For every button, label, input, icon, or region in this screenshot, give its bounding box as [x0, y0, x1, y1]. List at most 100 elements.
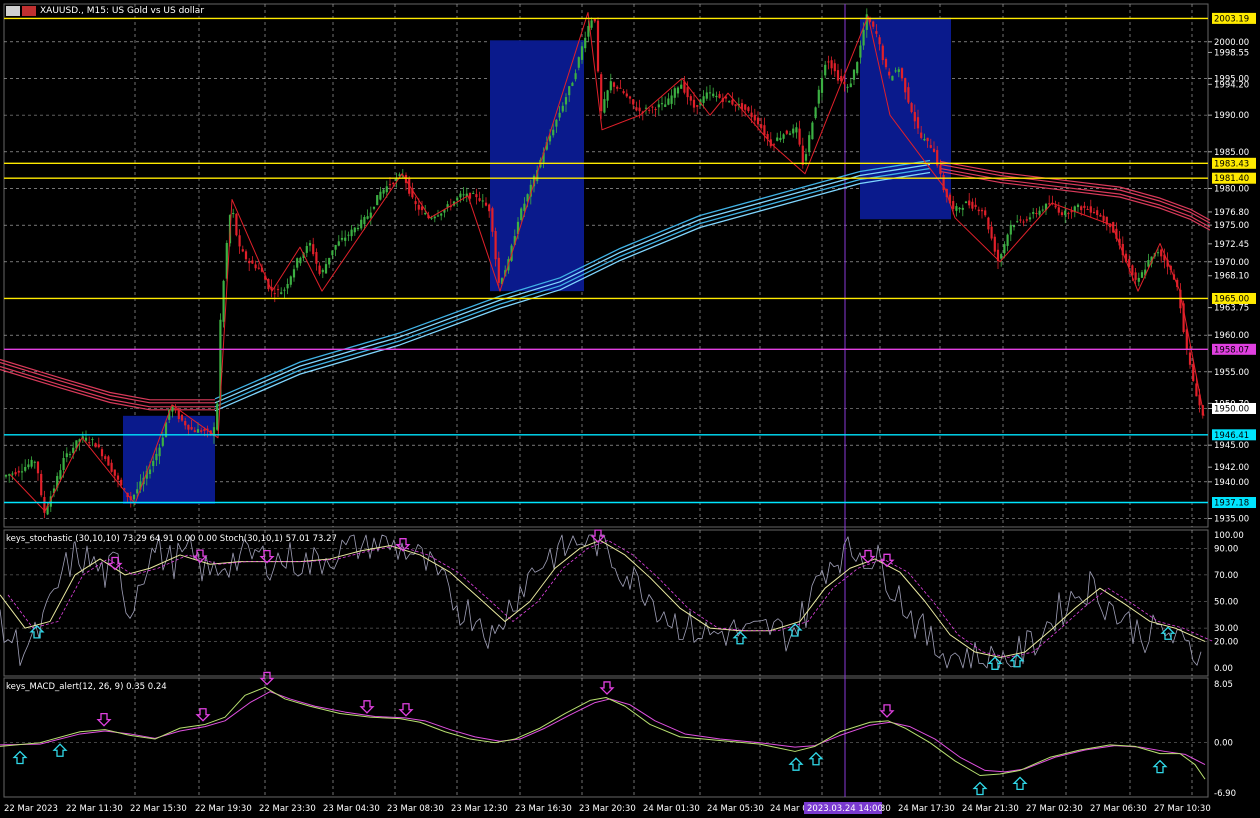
candle-body: [462, 194, 465, 196]
level-label-2: 1981.40: [1214, 174, 1249, 184]
candle-body: [734, 104, 737, 107]
candle-body: [616, 86, 619, 89]
candle-body: [696, 105, 699, 107]
candle-body: [520, 208, 523, 220]
candle-body: [913, 112, 916, 122]
candle-body: [72, 447, 75, 453]
candle-body: [561, 105, 564, 112]
candle-body: [984, 210, 987, 216]
candle-body: [1076, 204, 1080, 208]
candle-body: [385, 186, 388, 193]
candle-body: [753, 115, 756, 121]
time-label-0: 22 Mar 2023: [4, 804, 58, 814]
candle-body: [824, 64, 827, 76]
candle-body: [657, 104, 660, 108]
candle-body: [484, 202, 488, 206]
candle-body: [65, 453, 68, 458]
candle-body: [884, 58, 888, 68]
stoch-tick-label: 70.00: [1214, 571, 1238, 581]
stoch-label: keys_stochastic (30,10,10) 73.29 64.91 0…: [6, 534, 337, 544]
candle-body: [552, 129, 555, 136]
candle-body: [1041, 209, 1044, 211]
candle-body: [664, 104, 667, 107]
candle-body: [14, 472, 17, 475]
candle-body: [280, 292, 283, 294]
time-label-1: 22 Mar 11:30: [66, 804, 123, 814]
candle-body: [1048, 203, 1051, 205]
candle-body: [497, 257, 500, 283]
candle-body: [859, 45, 862, 58]
candle-body: [120, 479, 123, 486]
candle-body: [1054, 205, 1057, 208]
candle-body: [478, 198, 481, 201]
candle-body: [4, 475, 8, 477]
candle-body: [580, 46, 584, 60]
candle-body: [177, 410, 180, 420]
candle-body: [417, 204, 420, 210]
candle-body: [968, 200, 971, 206]
candle-body: [974, 204, 977, 208]
stoch-tick-label: 20.00: [1214, 637, 1238, 647]
time-label-14: 24 Mar 17:30: [898, 804, 955, 814]
candle-body: [110, 462, 113, 472]
candle-body: [571, 82, 574, 86]
candle-body: [1067, 212, 1070, 215]
candle-body: [187, 424, 190, 430]
price-tick-label: 1942.00: [1214, 463, 1249, 473]
candle-body: [808, 135, 811, 152]
candle-body: [952, 201, 955, 209]
price-tick-label: 1968.10: [1214, 272, 1249, 282]
candle-body: [1064, 210, 1067, 216]
candle-body: [36, 461, 40, 474]
price-tick-label: 1955.00: [1214, 368, 1249, 378]
candle-body: [673, 88, 676, 98]
chart-title: XAUUSD., M15: US Gold vs US dollar: [40, 6, 205, 16]
candle-body: [1003, 244, 1006, 254]
time-label-16: 27 Mar 02:30: [1026, 804, 1083, 814]
candle-body: [830, 60, 833, 69]
candle-body: [104, 456, 107, 459]
chart-canvas[interactable]: 2000.001998.551995.001994.201990.001985.…: [0, 0, 1260, 818]
candle-body: [750, 112, 753, 118]
candle-body: [152, 460, 155, 467]
crosshair-time-label: 2023.03.24 14:00: [807, 804, 883, 814]
candle-body: [356, 227, 360, 230]
candle-body: [926, 137, 929, 142]
candle-body: [1137, 277, 1140, 282]
candle-body: [555, 119, 558, 127]
candle-body: [190, 427, 193, 430]
candle-body: [292, 269, 296, 278]
time-label-7: 23 Mar 12:30: [451, 804, 508, 814]
macd-label: keys_MACD_alert(12, 26, 9) 0.35 0.24: [6, 682, 167, 692]
candle-body: [897, 69, 900, 73]
candle-body: [638, 107, 641, 112]
candle-body: [286, 283, 289, 289]
candle-body: [846, 86, 849, 88]
candle-body: [622, 91, 625, 94]
candle-body: [68, 454, 72, 456]
candle-body: [712, 93, 715, 97]
candle-body: [1192, 364, 1195, 382]
candle-body: [1060, 212, 1064, 216]
candle-body: [971, 201, 974, 209]
candle-body: [776, 137, 779, 141]
flag-icon: [22, 6, 36, 16]
candle-body: [833, 63, 836, 72]
candle-body: [273, 293, 276, 295]
candle-body: [1038, 210, 1041, 215]
candle-body: [702, 96, 705, 103]
candle-body: [574, 73, 577, 80]
stoch-tick-label: 100.00: [1214, 531, 1244, 541]
candle-body: [852, 69, 856, 80]
candle-body: [174, 408, 177, 411]
candle-body: [337, 241, 340, 246]
candle-body: [436, 215, 440, 217]
level-label-5: 1946.41: [1214, 431, 1249, 441]
candle-body: [827, 61, 830, 63]
candle-body: [795, 127, 798, 133]
candle-body: [872, 21, 875, 27]
time-label-8: 23 Mar 16:30: [515, 804, 572, 814]
candle-body: [651, 106, 654, 108]
candle-body: [456, 197, 459, 201]
candle-body: [987, 217, 990, 230]
